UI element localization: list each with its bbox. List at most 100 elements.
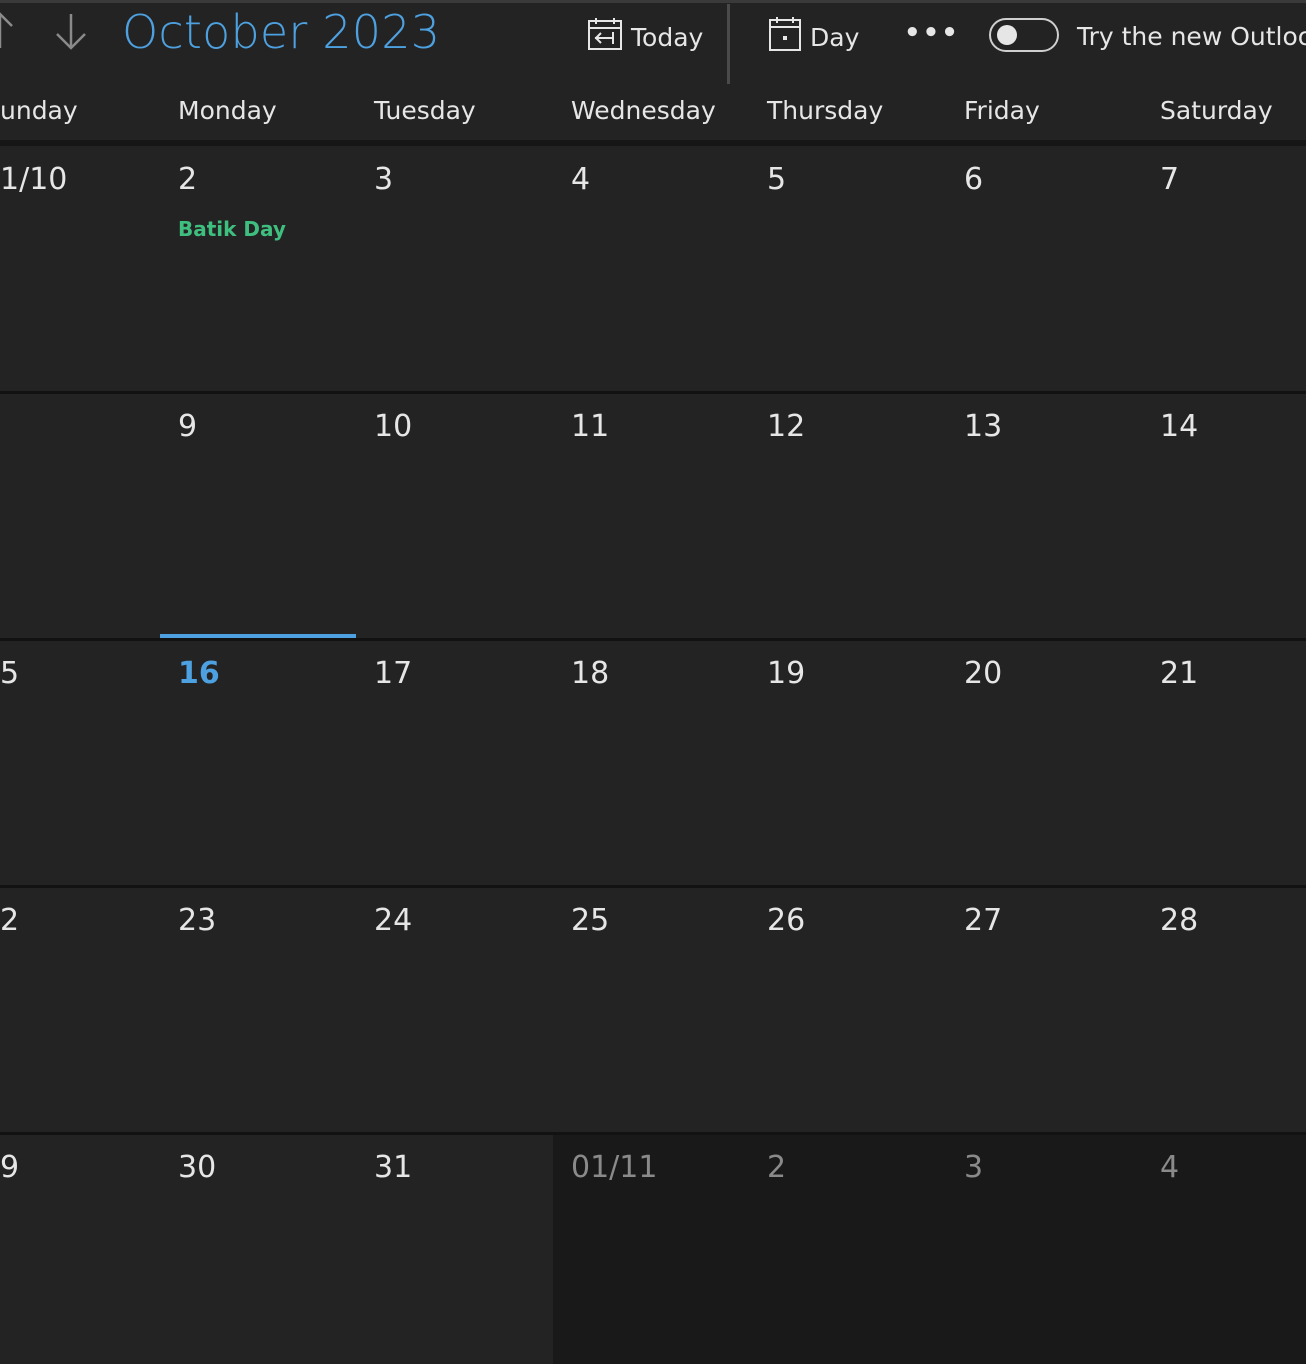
- today-button-label: Today: [631, 22, 704, 52]
- day-cell[interactable]: 17: [356, 640, 553, 887]
- date-number: 9: [0, 1150, 20, 1185]
- day-cell[interactable]: 4: [1142, 1134, 1306, 1364]
- date-number: 20: [964, 656, 1003, 691]
- day-cell[interactable]: 7: [1142, 146, 1306, 393]
- day-cell[interactable]: 12: [749, 393, 946, 640]
- date-number: 19: [767, 656, 806, 691]
- day-cell[interactable]: 16: [160, 634, 356, 887]
- week-divider: [0, 638, 1306, 641]
- day-cell[interactable]: 3: [946, 1134, 1142, 1364]
- day-cell[interactable]: 24: [356, 887, 553, 1134]
- date-number: 5: [767, 162, 787, 197]
- day-cell[interactable]: 14: [1142, 393, 1306, 640]
- new-outlook-toggle[interactable]: [989, 18, 1059, 52]
- day-cell[interactable]: 5: [749, 146, 946, 393]
- date-number: 1/10: [0, 162, 68, 197]
- weekday-header-0: unday: [0, 96, 78, 125]
- date-number: 24: [374, 903, 413, 938]
- date-number: 25: [571, 903, 610, 938]
- weekday-header-1: Monday: [178, 96, 277, 125]
- week-divider: [0, 1132, 1306, 1135]
- day-cell[interactable]: 11: [553, 393, 749, 640]
- arrow-up-icon: [0, 12, 13, 48]
- calendar-event[interactable]: Batik Day: [178, 215, 286, 243]
- date-number: 23: [178, 903, 217, 938]
- date-number: 31: [374, 1150, 413, 1185]
- day-cell[interactable]: 9: [160, 393, 356, 640]
- month-grid: 1/10 2 Batik Day 3 4 5 6 7 9 10 11 12 13 14 5 16 17 18 19 2…: [0, 146, 1306, 1364]
- date-number: 12: [767, 409, 806, 444]
- day-cell[interactable]: 10: [356, 393, 553, 640]
- day-cell[interactable]: [0, 393, 160, 640]
- weekday-header-3: Wednesday: [571, 96, 716, 125]
- date-number: 3: [964, 1150, 984, 1185]
- day-cell[interactable]: 23: [160, 887, 356, 1134]
- weekday-header-5: Friday: [964, 96, 1040, 125]
- date-number: 18: [571, 656, 610, 691]
- day-cell[interactable]: 26: [749, 887, 946, 1134]
- date-number: 10: [374, 409, 413, 444]
- date-number: 26: [767, 903, 806, 938]
- day-cell[interactable]: 30: [160, 1134, 356, 1364]
- day-cell[interactable]: 2 Batik Day: [160, 146, 356, 393]
- calendar-today-icon: [587, 17, 623, 57]
- month-title[interactable]: October 2023: [122, 2, 440, 62]
- new-outlook-toggle-label: Try the new Outlook: [1077, 22, 1306, 51]
- week-divider: [0, 391, 1306, 394]
- day-cell[interactable]: 9: [0, 1134, 160, 1364]
- week-divider: [0, 885, 1306, 888]
- toggle-knob: [997, 25, 1017, 45]
- day-cell[interactable]: 25: [553, 887, 749, 1134]
- calendar-day-icon: [768, 16, 802, 58]
- day-cell[interactable]: 5: [0, 640, 160, 887]
- arrow-down-icon: [56, 14, 86, 50]
- day-cell[interactable]: 2: [0, 887, 160, 1134]
- calendar-app: October 2023 Today Day ••• Try the new O…: [0, 0, 1306, 1364]
- date-number: 30: [178, 1150, 217, 1185]
- date-number: 28: [1160, 903, 1199, 938]
- day-cell[interactable]: 31: [356, 1134, 553, 1364]
- day-cell[interactable]: 1/10: [0, 146, 160, 393]
- date-number: 14: [1160, 409, 1199, 444]
- date-number: 17: [374, 656, 413, 691]
- date-number: 4: [571, 162, 591, 197]
- day-cell[interactable]: 3: [356, 146, 553, 393]
- date-number: 2: [178, 162, 198, 197]
- date-number: 2: [767, 1150, 787, 1185]
- day-cell[interactable]: 20: [946, 640, 1142, 887]
- day-cell[interactable]: 6: [946, 146, 1142, 393]
- previous-month-button[interactable]: [0, 8, 14, 54]
- day-cell[interactable]: 19: [749, 640, 946, 887]
- weekday-header-row: unday Monday Tuesday Wednesday Thursday Frida…: [0, 86, 1306, 140]
- day-cell[interactable]: 27: [946, 887, 1142, 1134]
- day-view-label: Day: [810, 22, 860, 52]
- date-number: 2: [0, 903, 20, 938]
- date-number: 21: [1160, 656, 1199, 691]
- today-date-number: 16: [178, 656, 220, 691]
- date-number: 27: [964, 903, 1003, 938]
- next-month-button[interactable]: [54, 8, 88, 54]
- weekday-header-6: Saturday: [1160, 96, 1273, 125]
- date-number: 01/11: [571, 1150, 658, 1185]
- day-cell[interactable]: 18: [553, 640, 749, 887]
- date-number: 6: [964, 162, 984, 197]
- toolbar-separator: [727, 4, 730, 84]
- date-number: 4: [1160, 1150, 1180, 1185]
- day-cell[interactable]: 13: [946, 393, 1142, 640]
- day-cell[interactable]: 21: [1142, 640, 1306, 887]
- today-button[interactable]: Today: [587, 14, 703, 60]
- more-options-button[interactable]: •••: [904, 18, 958, 54]
- calendar-toolbar: October 2023 Today Day ••• Try the new O…: [0, 0, 1306, 86]
- date-number: 13: [964, 409, 1003, 444]
- date-number: 7: [1160, 162, 1180, 197]
- date-number: 5: [0, 656, 20, 691]
- weekday-header-4: Thursday: [767, 96, 884, 125]
- date-number: 11: [571, 409, 610, 444]
- day-view-button[interactable]: Day: [768, 14, 859, 60]
- day-cell[interactable]: 28: [1142, 887, 1306, 1134]
- date-number: 9: [178, 409, 198, 444]
- day-cell[interactable]: 2: [749, 1134, 946, 1364]
- day-cell[interactable]: 01/11: [553, 1134, 749, 1364]
- day-cell[interactable]: 4: [553, 146, 749, 393]
- weekday-header-2: Tuesday: [374, 96, 476, 125]
